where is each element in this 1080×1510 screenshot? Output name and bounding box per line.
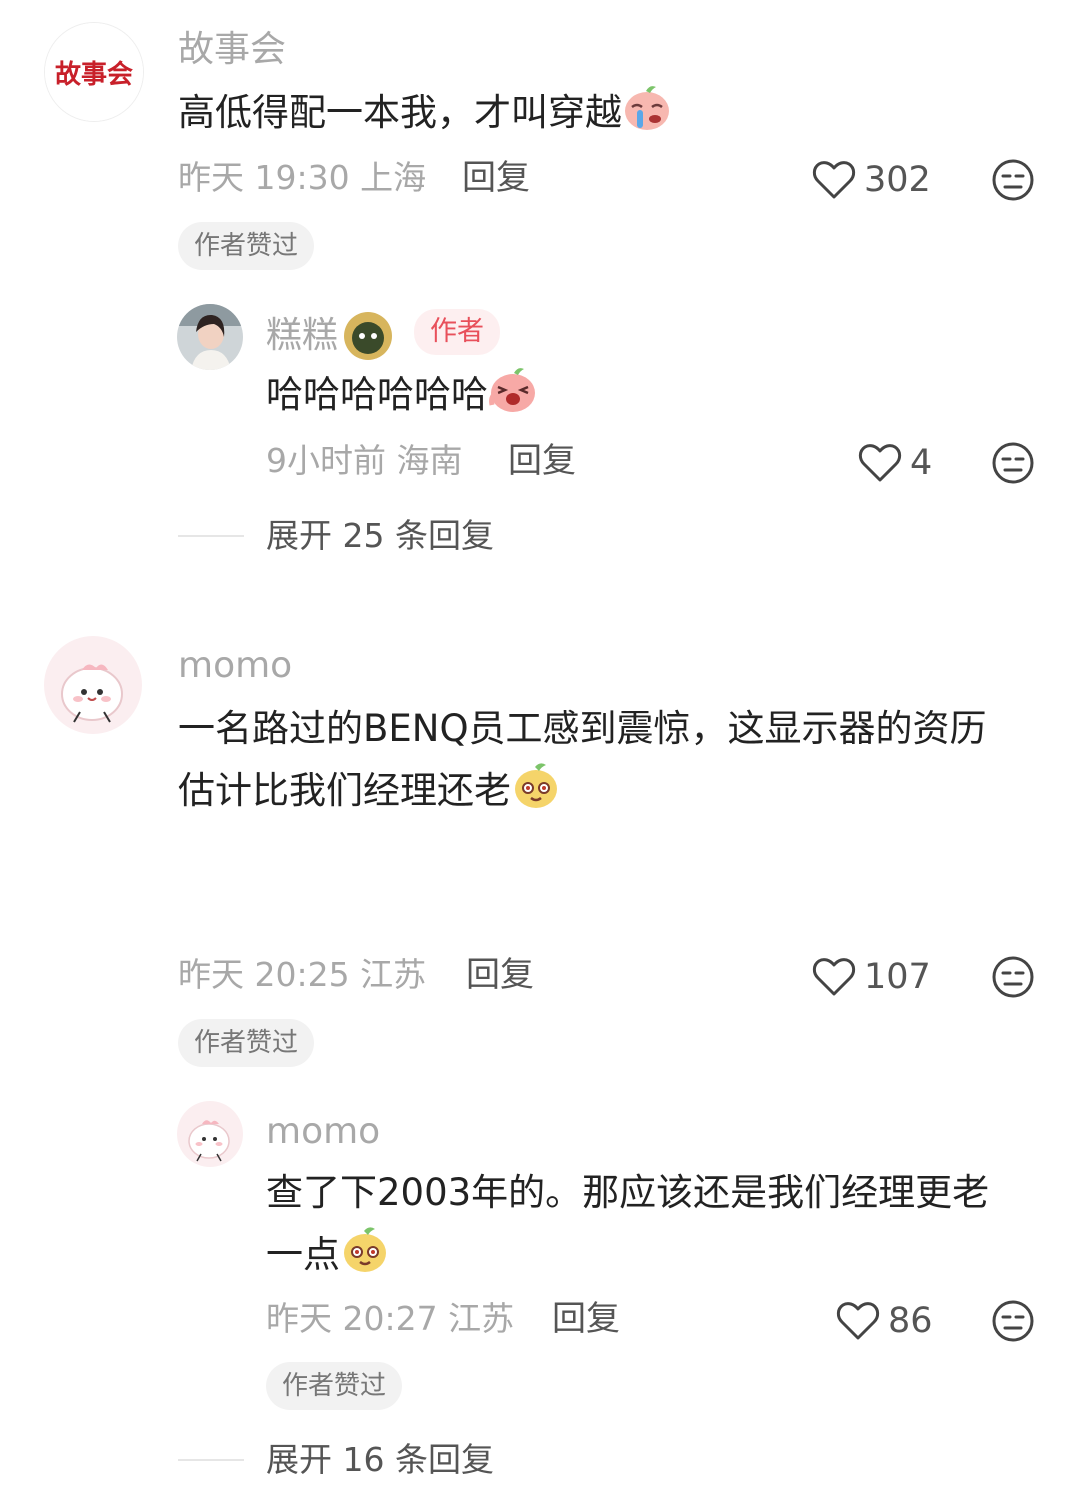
author-liked-badge: 作者赞过: [178, 1019, 315, 1067]
heart-outline-icon: [812, 161, 856, 199]
expand-replies-button[interactable]: 展开 16 条回复: [266, 1440, 494, 1480]
reply-meta: 昨天 20:27 江苏: [266, 1299, 514, 1339]
comment-time: 昨天 19:30: [178, 158, 350, 197]
comment-text-line: 一名路过的BENQ员工感到震惊，这显示器的资历: [178, 707, 987, 750]
author-liked-badge: 作者赞过: [178, 222, 315, 270]
comment-text-line: 估计比我们经理还老: [178, 769, 511, 812]
comment-meta: 昨天 20:25 江苏: [178, 955, 426, 995]
reply-meta: 9小时前 海南: [266, 441, 463, 481]
dislike-face-icon: [992, 956, 1034, 998]
comment-username[interactable]: momo: [178, 644, 292, 688]
svg-text:故事会: 故事会: [55, 60, 133, 90]
reply-time: 昨天 20:27: [266, 1299, 438, 1338]
reply-text: 查了下2003年的。那应该还是我们经理更老 一点: [266, 1162, 989, 1286]
heart-outline-icon: [812, 958, 856, 996]
dislike-button[interactable]: [991, 158, 1035, 202]
reply-button[interactable]: 回复: [462, 158, 530, 198]
like-button[interactable]: 302: [812, 160, 931, 200]
olive-badge-icon: [344, 312, 393, 360]
comment-location: 上海: [360, 158, 427, 197]
like-count: 4: [910, 443, 933, 483]
cute-character-avatar: [177, 1101, 243, 1167]
dislike-button[interactable]: [991, 441, 1035, 485]
author-liked-badge: 作者赞过: [266, 1362, 403, 1410]
reply-username[interactable]: momo: [266, 1110, 380, 1154]
reply-text-line: 哈哈哈哈哈哈: [266, 373, 488, 416]
comment-username[interactable]: 故事会: [178, 28, 286, 72]
avatar-momo[interactable]: [44, 636, 142, 734]
comment-text-line: 高低得配一本我，才叫穿越: [178, 91, 622, 134]
like-count: 302: [864, 160, 931, 200]
reply-time: 9小时前: [266, 441, 386, 480]
comment-location: 江苏: [360, 955, 427, 994]
expand-divider: [178, 535, 244, 537]
avatar-gushihui[interactable]: 故事会: [44, 22, 144, 122]
reply-text: 哈哈哈哈哈哈: [266, 364, 538, 426]
like-button[interactable]: 107: [812, 957, 931, 997]
avatar-momo[interactable]: [177, 1101, 243, 1167]
gushihui-logo: 故事会: [45, 23, 143, 121]
like-button[interactable]: 86: [836, 1301, 933, 1341]
reply-button[interactable]: 回复: [466, 955, 534, 995]
dislike-button[interactable]: [991, 955, 1035, 999]
dislike-face-icon: [992, 442, 1034, 484]
heart-outline-icon: [836, 1302, 880, 1340]
avatar-gaogao[interactable]: [177, 304, 243, 370]
dislike-face-icon: [992, 159, 1034, 201]
like-button[interactable]: 4: [858, 443, 932, 483]
smug-emoji: [515, 763, 557, 808]
heart-outline-icon: [858, 444, 902, 482]
reply-user-row: 糕糕: [266, 310, 394, 362]
like-count: 86: [888, 1301, 933, 1341]
reply-username[interactable]: 糕糕: [266, 314, 338, 358]
comment-text: 高低得配一本我，才叫穿越: [178, 82, 672, 144]
reply-button[interactable]: 回复: [552, 1299, 620, 1339]
reply-button[interactable]: 回复: [508, 441, 576, 481]
cute-character-avatar: [44, 636, 142, 734]
reply-text-line: 一点: [266, 1233, 340, 1276]
expand-replies-button[interactable]: 展开 25 条回复: [266, 516, 494, 556]
comment-text: 一名路过的BENQ员工感到震惊，这显示器的资历 估计比我们经理还老: [178, 698, 987, 822]
smug-emoji: [344, 1227, 386, 1272]
laughing-emoji: [489, 368, 535, 412]
dislike-face-icon: [992, 1300, 1034, 1342]
reply-location: 海南: [396, 441, 463, 480]
comment-meta: 昨天 19:30 上海: [178, 158, 426, 198]
crying-emoji: [625, 86, 669, 130]
comment-time: 昨天 20:25: [178, 955, 350, 994]
like-count: 107: [864, 957, 931, 997]
reply-text-line: 查了下2003年的。那应该还是我们经理更老: [266, 1171, 990, 1214]
expand-divider: [178, 1459, 244, 1461]
reply-location: 江苏: [448, 1299, 515, 1338]
author-tag: 作者: [414, 309, 500, 355]
user-photo: [177, 304, 243, 370]
dislike-button[interactable]: [991, 1299, 1035, 1343]
comment-thread: 故事会 故事会 高低得配一本我，才叫穿越 昨天 19:30 上海 回复 302 …: [0, 0, 1080, 1510]
